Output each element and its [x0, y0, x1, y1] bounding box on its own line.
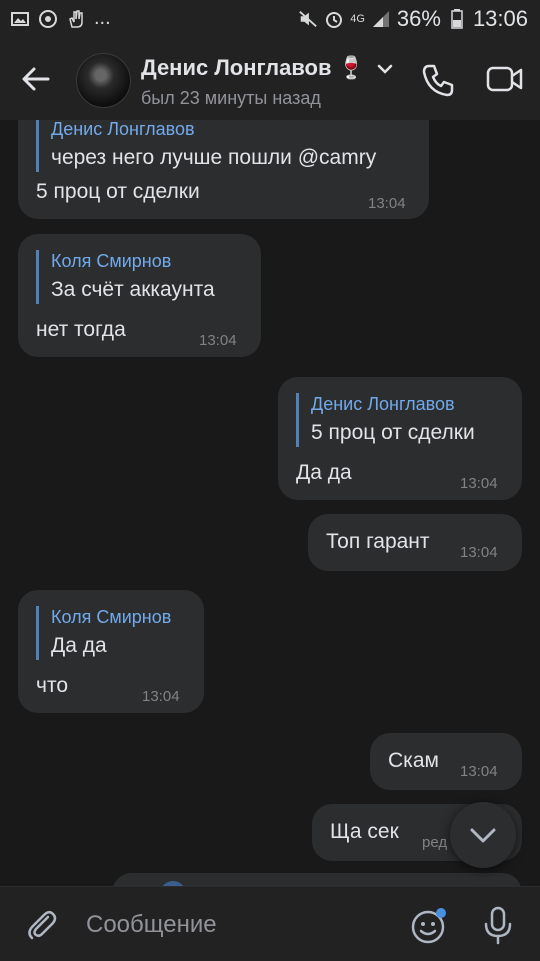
composer: Сообщение	[0, 886, 540, 961]
reply-quote[interactable]: Денис Лонглавов 5 проц от сделки	[296, 393, 475, 447]
message-bubble-partial[interactable]	[112, 873, 522, 886]
message-text: Да да	[296, 461, 352, 484]
video-camera-icon	[486, 66, 523, 92]
status-bar: ... 4G 36% 13:06	[0, 0, 540, 38]
message-time: 13:04	[199, 332, 237, 349]
last-seen: был 23 минуты назад	[141, 88, 321, 108]
battery-percent: 36%	[396, 6, 441, 31]
hand-icon	[66, 9, 86, 29]
reply-quote[interactable]: Денис Лонглавов через него лучше пошли @…	[36, 120, 376, 172]
message-bubble[interactable]: Коля Смирнов За счёт аккаунта нет тогда …	[18, 234, 261, 357]
more-notifications: ...	[94, 7, 111, 29]
emoji-button[interactable]	[410, 907, 448, 945]
smiley-icon	[411, 908, 446, 944]
quote-text: Да да	[51, 634, 107, 657]
quote-author: Денис Лонглавов	[311, 394, 455, 414]
message-time: 13:04	[460, 763, 498, 780]
attach-button[interactable]	[24, 907, 60, 943]
mute-icon	[298, 9, 318, 29]
quote-author: Денис Лонглавов	[51, 120, 195, 139]
message-text: нет тогда	[36, 318, 126, 341]
message-bubble[interactable]: Денис Лонглавов через него лучше пошли @…	[18, 120, 429, 219]
message-input[interactable]: Сообщение	[86, 911, 217, 939]
message-time: 13:04	[460, 475, 498, 492]
quote-author: Коля Смирнов	[51, 251, 172, 271]
message-text: Топ гарант	[326, 530, 430, 553]
contact-name-text: Денис Лонглавов	[141, 55, 332, 80]
message-text: что	[36, 674, 69, 697]
message-bubble[interactable]: Скам 13:04	[370, 733, 522, 790]
phone-icon	[422, 64, 454, 97]
message-bubble[interactable]: Топ гарант 13:04	[308, 514, 522, 571]
quote-author: Коля Смирнов	[51, 607, 172, 627]
reply-quote[interactable]: Коля Смирнов За счёт аккаунта	[36, 250, 215, 304]
message-time: 13:04	[368, 195, 406, 212]
message-time: 13:04	[460, 544, 498, 561]
message-bubble[interactable]: Денис Лонглавов 5 проц от сделки Да да 1…	[278, 377, 522, 500]
battery-icon	[447, 9, 467, 29]
paperclip-icon	[28, 911, 57, 940]
contact-name[interactable]: Денис Лонглавов 🍷	[141, 55, 393, 81]
reply-quote[interactable]: Коля Смирнов Да да	[36, 606, 171, 660]
video-call-button[interactable]	[486, 64, 524, 94]
microphone-icon	[484, 906, 512, 945]
message-text: 5 проц от сделки	[36, 180, 200, 203]
message-text: Ща сек	[330, 820, 399, 843]
wine-glass-icon: 🍷	[337, 55, 365, 80]
back-button[interactable]	[18, 61, 54, 97]
sync-icon	[38, 9, 58, 29]
alarm-icon	[324, 9, 344, 29]
chevron-down-icon[interactable]	[373, 62, 393, 79]
voice-record-button[interactable]	[480, 905, 516, 945]
arrow-left-icon	[22, 67, 50, 91]
network-type: 4G	[350, 13, 365, 25]
signal-icon	[371, 9, 391, 29]
message-bubble[interactable]: Коля Смирнов Да да что 13:04	[18, 590, 204, 713]
quote-text: через него лучше пошли @camry	[51, 146, 377, 169]
message-text: Скам	[388, 749, 439, 772]
chat-header: Денис Лонглавов 🍷 был 23 минуты назад	[0, 38, 540, 120]
quote-text: 5 проц от сделки	[311, 421, 475, 444]
avatar[interactable]	[76, 53, 131, 108]
image-icon	[10, 9, 30, 29]
message-edited-label: ред	[422, 834, 448, 851]
clock: 13:06	[472, 6, 528, 31]
quote-text: За счёт аккаунта	[51, 278, 215, 301]
call-button[interactable]	[420, 62, 456, 98]
message-list[interactable]: Денис Лонглавов через него лучше пошли @…	[0, 120, 540, 886]
message-time: 13:04	[142, 688, 180, 705]
chevron-down-icon	[470, 828, 496, 843]
scroll-to-bottom-button[interactable]	[450, 802, 516, 868]
